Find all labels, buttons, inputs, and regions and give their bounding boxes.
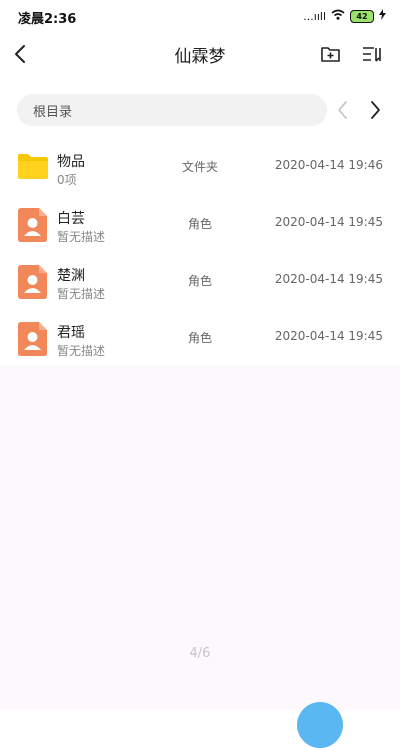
chevron-right-icon [371, 101, 380, 119]
item-type: 角色 [188, 331, 213, 345]
add-folder-icon [321, 47, 340, 62]
item-name: 白芸 [57, 211, 85, 227]
path-placeholder: 根目录 [33, 105, 73, 120]
item-type: 角色 [188, 274, 213, 288]
battery-icon: 42 [350, 9, 374, 23]
list-item[interactable]: 君瑶 暂无描述 角色 2020-04-14 19:45 [0, 311, 400, 368]
item-date: 2020-04-14 19:46 [274, 158, 383, 172]
item-sub: 0项 [57, 173, 77, 187]
wifi-icon [331, 9, 345, 23]
status-time: 凌晨2:36 [18, 12, 77, 27]
item-sub: 暂无描述 [57, 287, 106, 301]
chevron-left-icon [338, 101, 347, 119]
item-sub: 暂无描述 [57, 230, 106, 244]
sort-button[interactable] [359, 41, 385, 67]
character-icon [18, 265, 47, 303]
item-sub: 暂无描述 [57, 344, 106, 358]
item-name: 君瑶 [57, 325, 85, 341]
character-icon [18, 322, 47, 360]
item-date: 2020-04-14 19:45 [274, 272, 383, 286]
new-folder-button[interactable] [318, 41, 344, 67]
item-date: 2020-04-14 19:45 [274, 215, 383, 229]
status-icons: ...ııll 42 [303, 9, 386, 23]
charging-icon [379, 9, 386, 23]
add-fab-button[interactable] [297, 702, 343, 748]
nav-back-button[interactable] [330, 96, 356, 124]
item-name: 楚渊 [57, 268, 85, 284]
item-name: 物品 [57, 154, 85, 170]
item-date: 2020-04-14 19:45 [274, 329, 383, 343]
file-list: 物品 0项 文件夹 2020-04-14 19:46 白芸 暂无描述 角色 20… [0, 140, 400, 368]
item-type: 角色 [188, 217, 213, 231]
list-item[interactable]: 楚渊 暂无描述 角色 2020-04-14 19:45 [0, 254, 400, 311]
sort-icon [363, 47, 381, 62]
character-icon [18, 208, 47, 246]
title-bar: 仙霖梦 [0, 34, 400, 74]
folder-icon [18, 151, 48, 185]
signal-icon: ...ııll [303, 9, 326, 23]
list-item[interactable]: 白芸 暂无描述 角色 2020-04-14 19:45 [0, 197, 400, 254]
status-bar: 凌晨2:36 ...ııll 42 [0, 0, 400, 34]
path-bar[interactable]: 根目录 [17, 94, 327, 126]
page-indicator: 4/6 [189, 646, 211, 661]
nav-forward-button[interactable] [362, 96, 388, 124]
list-item[interactable]: 物品 0项 文件夹 2020-04-14 19:46 [0, 140, 400, 197]
item-type: 文件夹 [182, 160, 219, 174]
